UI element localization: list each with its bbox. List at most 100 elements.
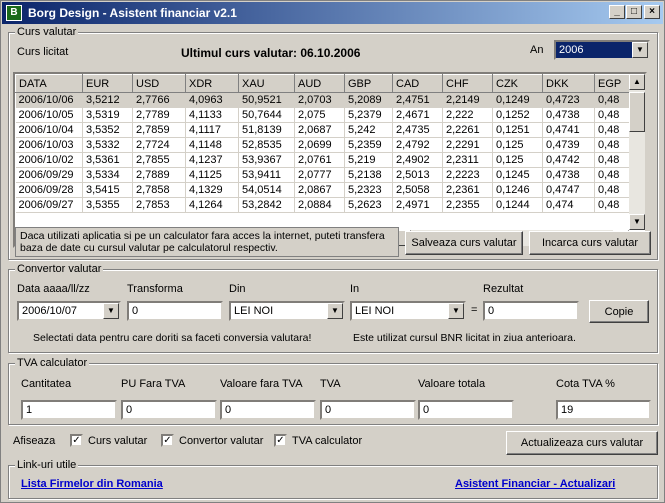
show-convertor-label[interactable]: Convertor valutar: [179, 435, 263, 447]
show-tva-label[interactable]: TVA calculator: [292, 435, 362, 447]
in-label: In: [350, 283, 360, 295]
column-header[interactable]: EUR: [82, 74, 133, 93]
save-rates-button[interactable]: Salveaza curs valutar: [405, 231, 523, 255]
scroll-up-icon[interactable]: ▲: [629, 74, 645, 90]
scroll-thumb[interactable]: [629, 92, 645, 132]
result-field[interactable]: [483, 301, 579, 321]
total-value-input[interactable]: [418, 400, 514, 420]
table-cell: 2006/09/28: [15, 182, 83, 198]
from-currency-select[interactable]: LEI NOI ▼: [229, 301, 345, 321]
table-cell: 2,7859: [132, 122, 186, 138]
valoare-totala-label: Valoare totala: [418, 378, 486, 390]
table-cell: 0,125: [492, 137, 543, 153]
amount-input[interactable]: [127, 301, 223, 321]
chevron-down-icon[interactable]: ▼: [103, 303, 119, 319]
table-cell: 2,7766: [132, 92, 186, 108]
chevron-down-icon[interactable]: ▼: [632, 42, 648, 58]
rezultat-label: Rezultat: [483, 283, 524, 295]
cantitatea-label: Cantitatea: [21, 378, 72, 390]
column-header[interactable]: CAD: [392, 74, 443, 93]
tva-calculator-group: TVA calculator Cantitatea PU Fara TVA Va…: [8, 357, 658, 425]
title-bar[interactable]: B Borg Design - Asistent financiar v2.1 …: [2, 2, 663, 24]
minimize-button[interactable]: _: [609, 5, 625, 19]
table-cell: 2,0884: [294, 197, 345, 213]
table-cell: 3,5332: [82, 137, 133, 153]
show-curs-label[interactable]: Curs valutar: [88, 435, 147, 447]
table-cell: 2,4751: [392, 92, 443, 108]
table-cell: 50,9521: [238, 92, 295, 108]
to-currency-select[interactable]: LEI NOI ▼: [350, 301, 466, 321]
table-cell: 5,2623: [344, 197, 393, 213]
table-cell: 2,7858: [132, 182, 186, 198]
chevron-down-icon[interactable]: ▼: [448, 303, 464, 319]
table-cell: 2,4735: [392, 122, 443, 138]
column-header[interactable]: XAU: [238, 74, 295, 93]
exchange-rate-grid[interactable]: DATA EUR USD XDR XAU AUD GBP CAD CHF CZK…: [13, 72, 647, 248]
column-header[interactable]: DATA: [15, 74, 83, 93]
table-cell: 2,5013: [392, 167, 443, 183]
table-row[interactable]: 2006/10/04 3,5352 2,7859 4,1117 51,8139 2,068…: [15, 122, 635, 138]
table-cell: 0,474: [542, 197, 595, 213]
column-header[interactable]: AUD: [294, 74, 345, 93]
scroll-down-icon[interactable]: ▼: [629, 214, 645, 230]
table-row[interactable]: 2006/10/06 3,5212 2,7766 4,0963 50,9521 2,070…: [15, 92, 635, 108]
vertical-scrollbar[interactable]: ▲ ▼: [629, 74, 645, 230]
date-select-hint: Selectati data pentru care doriti sa fac…: [33, 332, 312, 344]
table-cell: 2,0867: [294, 182, 345, 198]
company-list-link[interactable]: Lista Firmelor din Romania: [21, 478, 163, 490]
table-cell: 2,7853: [132, 197, 186, 213]
table-row[interactable]: 2006/10/02 3,5361 2,7855 4,1237 53,9367 2,076…: [15, 152, 635, 168]
table-cell: 2006/09/27: [15, 197, 83, 213]
column-header[interactable]: CZK: [492, 74, 543, 93]
table-cell: 3,5334: [82, 167, 133, 183]
column-header[interactable]: GBP: [344, 74, 393, 93]
app-window: B Borg Design - Asistent financiar v2.1 …: [0, 0, 665, 503]
load-rates-button[interactable]: Incarca curs valutar: [529, 231, 651, 255]
convertor-valutar-group: Convertor valutar Data aaaa/ll/zz Transf…: [8, 263, 658, 353]
table-cell: 0,4723: [542, 92, 595, 108]
table-cell: 0,4741: [542, 122, 595, 138]
table-row[interactable]: 2006/10/03 3,5332 2,7724 4,1148 52,8535 2,069…: [15, 137, 635, 153]
chevron-down-icon[interactable]: ▼: [327, 303, 343, 319]
links-group: Link-uri utile Lista Firmelor din Romani…: [8, 459, 658, 499]
date-picker[interactable]: 2006/10/07 ▼: [17, 301, 121, 321]
table-cell: 3,5319: [82, 107, 133, 123]
table-cell: 2,2291: [442, 137, 493, 153]
to-currency-value: LEI NOI: [355, 305, 395, 317]
links-legend: Link-uri utile: [15, 459, 79, 471]
an-select[interactable]: 2006 ▼: [554, 40, 650, 60]
table-cell: 5,242: [344, 122, 393, 138]
column-header[interactable]: USD: [132, 74, 186, 93]
updates-link[interactable]: Asistent Financiar - Actualizari: [455, 478, 615, 490]
table-cell: 2006/10/05: [15, 107, 83, 123]
valoare-fara-tva-label: Valoare fara TVA: [220, 378, 303, 390]
quantity-input[interactable]: [21, 400, 117, 420]
table-row[interactable]: 2006/10/05 3,5319 2,7789 4,1133 50,7644 2,075…: [15, 107, 635, 123]
table-row[interactable]: 2006/09/29 3,5334 2,7889 4,1125 53,9411 2,077…: [15, 167, 635, 183]
show-convertor-checkbox[interactable]: ✓: [161, 434, 174, 447]
vat-rate-input[interactable]: [556, 400, 651, 420]
table-cell: 0,1246: [492, 182, 543, 198]
table-cell: 3,5415: [82, 182, 133, 198]
table-cell: 50,7644: [238, 107, 295, 123]
show-curs-checkbox[interactable]: ✓: [70, 434, 83, 447]
table-cell: 5,2138: [344, 167, 393, 183]
table-cell: 2,2355: [442, 197, 493, 213]
table-cell: 2,5058: [392, 182, 443, 198]
close-button[interactable]: ×: [644, 5, 660, 19]
column-header[interactable]: XDR: [185, 74, 239, 93]
maximize-button[interactable]: □: [626, 5, 642, 19]
table-row[interactable]: 2006/09/27 3,5355 2,7853 4,1264 53,2842 2,088…: [15, 197, 635, 213]
unit-price-input[interactable]: [121, 400, 217, 420]
column-header[interactable]: DKK: [542, 74, 595, 93]
column-header[interactable]: CHF: [442, 74, 493, 93]
table-row[interactable]: 2006/09/28 3,5415 2,7858 4,1329 54,0514 2,086…: [15, 182, 635, 198]
show-tva-checkbox[interactable]: ✓: [274, 434, 287, 447]
update-rates-button[interactable]: Actualizeaza curs valutar: [506, 431, 658, 455]
table-cell: 2,4902: [392, 152, 443, 168]
value-without-vat-input[interactable]: [220, 400, 316, 420]
vat-input[interactable]: [320, 400, 416, 420]
copy-button[interactable]: Copie: [589, 300, 649, 323]
table-cell: 53,2842: [238, 197, 295, 213]
table-cell: 51,8139: [238, 122, 295, 138]
